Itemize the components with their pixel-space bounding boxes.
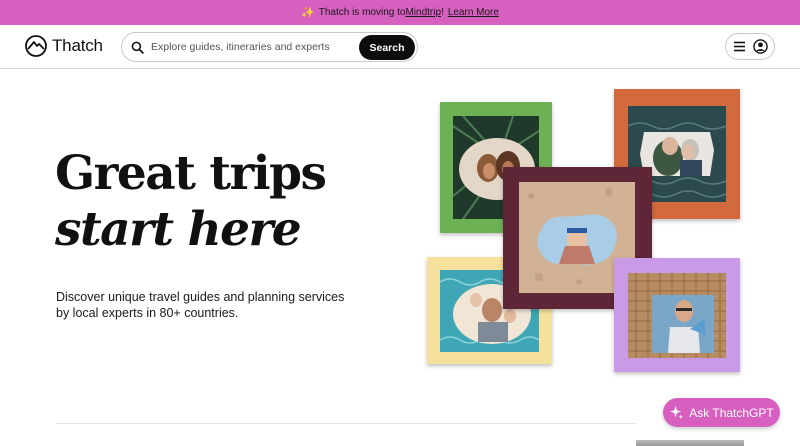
hero-title: Great trips start here — [55, 146, 327, 258]
search-button[interactable]: Search — [359, 35, 415, 60]
ask-thatchgpt-label: Ask ThatchGPT — [689, 405, 774, 420]
thatch-logo-icon — [25, 35, 47, 57]
hamburger-menu-icon — [734, 41, 745, 52]
hero-title-line2: start here — [55, 202, 302, 257]
hero-title-line1: Great trips — [55, 146, 327, 201]
search-bar: Search — [121, 32, 418, 62]
user-menu-button[interactable] — [725, 33, 775, 60]
sparkle-icon: ✨ — [301, 7, 315, 19]
user-avatar-icon — [753, 39, 768, 54]
section-divider — [56, 423, 636, 424]
site-header: Thatch Search — [0, 25, 800, 69]
logo[interactable]: Thatch — [25, 35, 103, 57]
learn-more-link[interactable]: Learn More — [448, 7, 499, 18]
next-section-image — [636, 440, 744, 446]
ask-thatchgpt-button[interactable]: Ask ThatchGPT — [663, 398, 780, 427]
announcement-text: Thatch is moving to — [318, 7, 406, 18]
hero-subtitle: Discover unique travel guides and planni… — [56, 290, 345, 320]
announcement-suffix: ! — [441, 7, 444, 18]
search-icon — [131, 41, 144, 54]
mindtrip-link[interactable]: Mindtrip — [405, 7, 441, 18]
sparkle-icon — [670, 405, 684, 420]
search-input[interactable] — [151, 36, 356, 58]
photo-frame-lilac — [614, 258, 740, 372]
man-photo — [628, 273, 726, 358]
announcement-bar: ✨ Thatch is moving to Mindtrip ! Learn M… — [0, 0, 800, 25]
logo-text: Thatch — [52, 36, 103, 55]
